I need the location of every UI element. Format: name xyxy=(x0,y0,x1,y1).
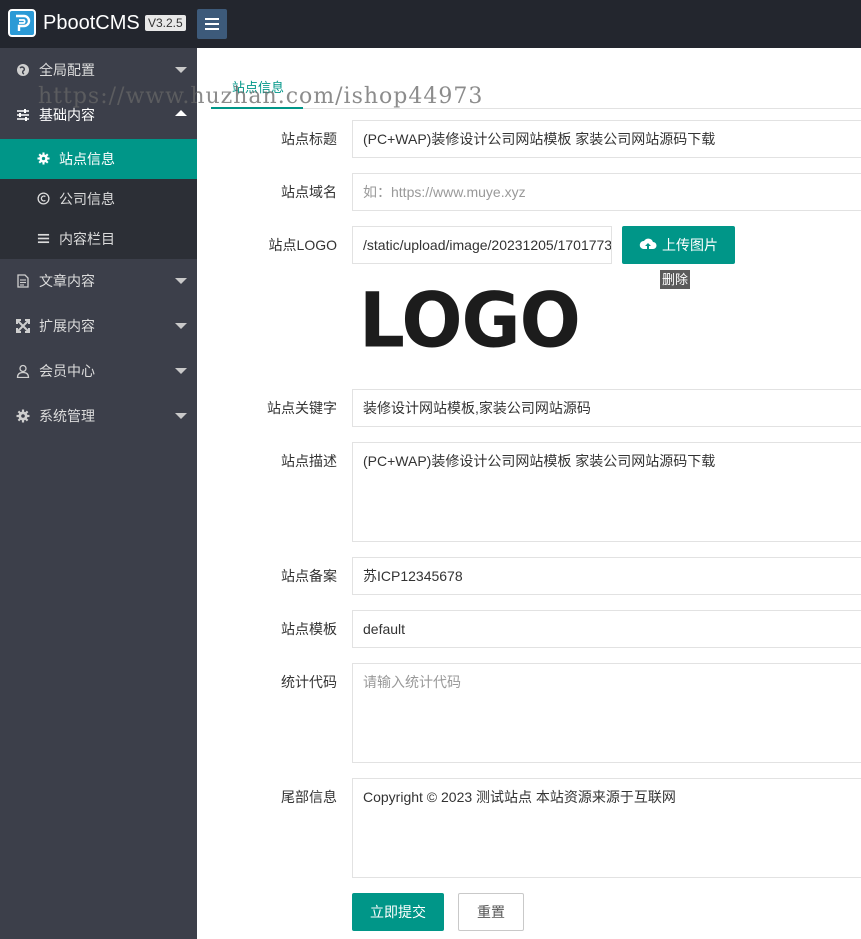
caret-down-icon xyxy=(175,67,187,73)
caret-down-icon xyxy=(175,323,187,329)
copyright-icon xyxy=(37,192,50,205)
subnav-item-site-info[interactable]: 站点信息 xyxy=(0,139,197,179)
statistics-code-label: 统计代码 xyxy=(281,674,337,690)
logo-preview-image: LOGO xyxy=(359,275,581,365)
site-keywords-input[interactable]: 装修设计网站模板,家装公司网站源码 xyxy=(352,389,861,427)
site-domain-label: 站点域名 xyxy=(281,184,337,200)
caret-down-icon xyxy=(175,368,187,374)
sidebar-item-label: 基础内容 xyxy=(39,107,95,123)
subnav-item-label: 站点信息 xyxy=(59,151,115,167)
site-title-input[interactable]: (PC+WAP)装修设计公司网站模板 家装公司网站源码下载 xyxy=(352,120,861,158)
hamburger-icon[interactable] xyxy=(197,9,227,39)
site-template-input[interactable]: default xyxy=(352,610,861,648)
tab-site-info[interactable]: 站点信息 xyxy=(232,80,284,96)
sidebar-item-label: 系统管理 xyxy=(39,408,95,424)
sidebar: 全局配置 基础内容 站点信息 公司信息 内容栏目 文章内容 扩展内容 会员中心 xyxy=(0,48,197,939)
site-title-label: 站点标题 xyxy=(281,131,337,147)
sidebar-item-basic-content[interactable]: 基础内容 xyxy=(0,93,197,138)
site-keywords-label: 站点关键字 xyxy=(267,400,337,416)
gear-icon xyxy=(37,152,50,165)
subnav-item-label: 内容栏目 xyxy=(59,231,115,247)
pbootcms-logo-icon xyxy=(8,9,36,37)
version-badge: V3.2.5 xyxy=(145,15,186,31)
main-content: 站点信息 站点标题 (PC+WAP)装修设计公司网站模板 家装公司网站源码下载 … xyxy=(197,48,861,939)
site-logo-input[interactable]: /static/upload/image/20231205/1701773 xyxy=(352,226,612,264)
user-icon xyxy=(16,364,30,378)
reset-button[interactable]: 重置 xyxy=(458,893,524,931)
upload-image-button[interactable]: 上传图片 xyxy=(622,226,735,264)
brand-name: PbootCMS xyxy=(43,12,140,34)
sidebar-item-member-center[interactable]: 会员中心 xyxy=(0,349,197,394)
sidebar-item-article-content[interactable]: 文章内容 xyxy=(0,259,197,304)
delete-image-button[interactable]: 删除 xyxy=(660,270,691,289)
sidebar-item-label: 会员中心 xyxy=(39,363,95,379)
site-icp-label: 站点备案 xyxy=(281,568,337,584)
gear-icon xyxy=(16,409,30,423)
sidebar-item-global-config[interactable]: 全局配置 xyxy=(0,48,197,93)
site-domain-input[interactable]: 如：https://www.muye.xyz xyxy=(352,173,861,211)
footer-info-textarea[interactable]: Copyright © 2023 测试站点 本站资源来源于互联网 xyxy=(352,778,861,878)
tab-active-indicator xyxy=(211,107,303,109)
subnav-item-company-info[interactable]: 公司信息 xyxy=(0,179,197,219)
site-description-label: 站点描述 xyxy=(281,453,337,469)
caret-up-icon xyxy=(175,110,187,116)
footer-info-label: 尾部信息 xyxy=(281,789,337,805)
cloud-upload-icon xyxy=(639,238,657,249)
expand-icon xyxy=(16,319,30,333)
site-logo-label: 站点LOGO xyxy=(268,237,337,253)
sliders-icon xyxy=(17,109,29,121)
statistics-code-textarea[interactable]: 请输入统计代码 xyxy=(352,663,861,763)
globe-icon xyxy=(17,64,29,76)
document-icon xyxy=(17,274,29,288)
sidebar-item-system-management[interactable]: 系统管理 xyxy=(0,394,197,439)
sidebar-item-label: 文章内容 xyxy=(39,273,95,289)
site-icp-input[interactable]: 苏ICP12345678 xyxy=(352,557,861,595)
tab-divider xyxy=(211,108,861,109)
sidebar-item-label: 全局配置 xyxy=(39,62,95,78)
site-description-textarea[interactable]: (PC+WAP)装修设计公司网站模板 家装公司网站源码下载 xyxy=(352,442,861,542)
sidebar-item-extended-content[interactable]: 扩展内容 xyxy=(0,304,197,349)
subnav: 站点信息 公司信息 内容栏目 xyxy=(0,139,197,259)
subnav-item-content-columns[interactable]: 内容栏目 xyxy=(0,219,197,259)
upload-image-label: 上传图片 xyxy=(662,237,718,253)
caret-down-icon xyxy=(175,413,187,419)
sidebar-item-label: 扩展内容 xyxy=(39,318,95,334)
list-icon xyxy=(37,233,50,244)
top-bar: PbootCMS V3.2.5 xyxy=(0,0,861,48)
site-template-label: 站点模板 xyxy=(281,621,337,637)
submit-button[interactable]: 立即提交 xyxy=(352,893,444,931)
caret-down-icon xyxy=(175,278,187,284)
subnav-item-label: 公司信息 xyxy=(59,191,115,207)
